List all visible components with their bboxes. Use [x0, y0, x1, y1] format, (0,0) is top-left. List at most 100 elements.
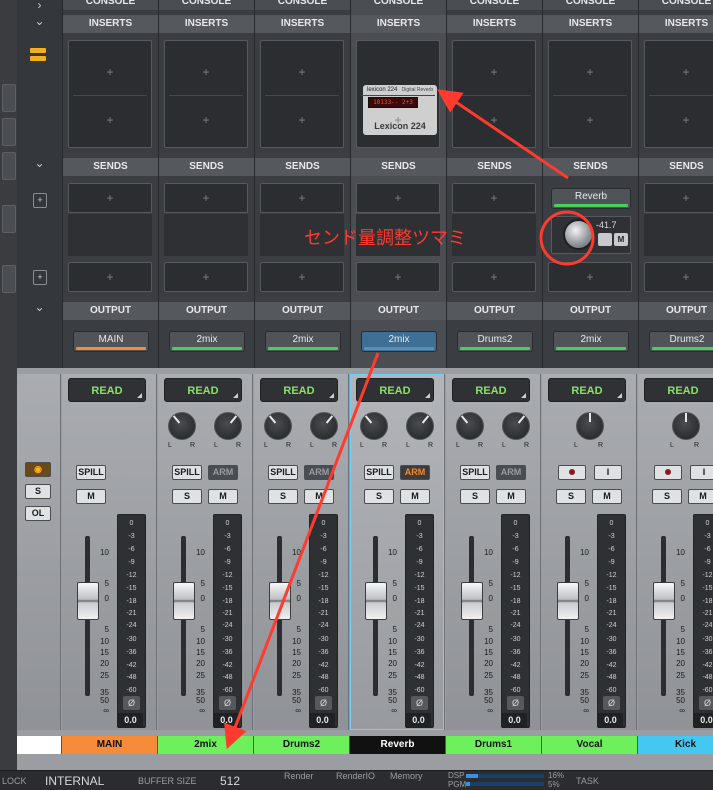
spill-button[interactable]: SPILL	[364, 465, 394, 480]
solo-button[interactable]: S	[460, 489, 490, 504]
add-send-slot[interactable]: +	[452, 262, 536, 292]
arm-button[interactable]: ARM	[208, 465, 238, 480]
pan-knob-right[interactable]	[310, 412, 338, 440]
sends-header[interactable]: SENDS	[255, 158, 350, 176]
volume-fader[interactable]	[173, 582, 195, 620]
add-send-slot[interactable]: +	[68, 183, 152, 213]
output-select[interactable]: Drums2	[649, 331, 713, 352]
phase-invert-button[interactable]: Ø	[507, 696, 524, 710]
pan-knob-left[interactable]	[360, 412, 388, 440]
mute-button[interactable]: M	[208, 489, 238, 504]
console-header[interactable]: CONSOLE	[543, 0, 638, 10]
channel-name[interactable]: Vocal	[542, 736, 638, 754]
output-header[interactable]: OUTPUT	[543, 302, 638, 320]
output-select[interactable]: Drums2	[457, 331, 533, 352]
volume-fader[interactable]	[653, 582, 675, 620]
toolbar-button[interactable]	[2, 265, 16, 293]
add-send-slot[interactable]: +	[164, 183, 248, 213]
inserts-header[interactable]: INSERTS	[351, 15, 446, 33]
channel-name[interactable]: Drums1	[446, 736, 542, 754]
phase-invert-button[interactable]: Ø	[699, 696, 713, 710]
add-insert-icon[interactable]: +	[645, 113, 713, 127]
channel-name[interactable]: Drums2	[254, 736, 350, 754]
insert-slot[interactable]: + +	[548, 40, 632, 148]
volume-fader[interactable]	[461, 582, 483, 620]
toolbar-button[interactable]	[2, 152, 16, 180]
mute-button[interactable]: M	[592, 489, 622, 504]
solo-button[interactable]: S	[268, 489, 298, 504]
add-insert-icon[interactable]: +	[357, 113, 439, 127]
phase-invert-button[interactable]: Ø	[315, 696, 332, 710]
solo-button[interactable]: S	[652, 489, 682, 504]
inserts-view-icon[interactable]	[30, 48, 46, 62]
pan-knob[interactable]	[576, 412, 604, 440]
console-header[interactable]: CONSOLE	[159, 0, 254, 10]
add-insert-icon[interactable]: +	[165, 65, 247, 79]
inserts-header[interactable]: INSERTS	[639, 15, 713, 33]
mute-button[interactable]: M	[688, 489, 713, 504]
mute-button[interactable]: M	[400, 489, 430, 504]
spill-button[interactable]: SPILL	[76, 465, 106, 480]
buffer-size-value[interactable]: 512	[220, 774, 240, 788]
phase-invert-button[interactable]: Ø	[411, 696, 428, 710]
add-insert-icon[interactable]: +	[453, 65, 535, 79]
output-select[interactable]: 2mix	[169, 331, 245, 352]
automation-read-button[interactable]: READ	[68, 378, 146, 402]
add-insert-icon[interactable]: +	[453, 113, 535, 127]
inserts-header[interactable]: INSERTS	[543, 15, 638, 33]
channel-name[interactable]: 2mix	[158, 736, 254, 754]
pan-knob-right[interactable]	[406, 412, 434, 440]
add-send-slot[interactable]: +	[68, 262, 152, 292]
add-send-slot[interactable]: +	[260, 262, 344, 292]
add-send-slot[interactable]: +	[164, 262, 248, 292]
add-insert-icon[interactable]: +	[645, 65, 713, 79]
add-send-slot[interactable]: +	[548, 262, 632, 292]
phase-invert-button[interactable]: Ø	[123, 696, 140, 710]
add-insert-icon[interactable]: +	[549, 65, 631, 79]
automation-read-button[interactable]: READ	[644, 378, 713, 402]
add-insert-icon[interactable]: +	[69, 113, 151, 127]
volume-fader[interactable]	[365, 582, 387, 620]
output-header[interactable]: OUTPUT	[159, 302, 254, 320]
send-mute-button[interactable]: M	[614, 233, 628, 246]
send-pre-button[interactable]	[598, 233, 612, 246]
solo-button[interactable]: S	[364, 489, 394, 504]
sends-header[interactable]: SENDS	[543, 158, 638, 176]
pan-knob-right[interactable]	[502, 412, 530, 440]
add-send-slot[interactable]: +	[452, 183, 536, 213]
lexicon-224-plugin[interactable]: lexicon 224 Digital Reverb 10133-- 2+3 L…	[363, 85, 437, 135]
pan-knob-left[interactable]	[168, 412, 196, 440]
sends-header[interactable]: SENDS	[351, 158, 446, 176]
spill-button[interactable]: SPILL	[172, 465, 202, 480]
add-send-slot[interactable]: +	[260, 183, 344, 213]
add-send-slot[interactable]: +	[644, 183, 713, 213]
inserts-collapse-chevron-icon[interactable]: ⌄	[17, 14, 62, 28]
output-collapse-chevron-icon[interactable]: ⌄	[17, 300, 62, 314]
channel-name[interactable]: MAIN	[62, 736, 158, 754]
phase-invert-button[interactable]: Ø	[219, 696, 236, 710]
monitor-button[interactable]: ◉	[25, 462, 51, 477]
sends-header[interactable]: SENDS	[159, 158, 254, 176]
add-send-icon[interactable]: +	[33, 270, 47, 285]
insert-slot[interactable]: + +	[68, 40, 152, 148]
console-header[interactable]: CONSOLE	[447, 0, 542, 10]
volume-fader[interactable]	[77, 582, 99, 620]
mute-button[interactable]: M	[304, 489, 334, 504]
record-button[interactable]	[654, 465, 682, 480]
insert-slot[interactable]: + +	[260, 40, 344, 148]
arm-button[interactable]: ARM	[400, 465, 430, 480]
volume-fader[interactable]	[557, 582, 579, 620]
clock-source[interactable]: INTERNAL	[45, 774, 104, 788]
add-insert-icon[interactable]: +	[69, 65, 151, 79]
toolbar-button[interactable]	[2, 205, 16, 233]
send-reverb[interactable]: Reverb	[551, 188, 631, 209]
pan-knob-right[interactable]	[214, 412, 242, 440]
output-select[interactable]: MAIN	[73, 331, 149, 352]
toolbar-button[interactable]	[2, 84, 16, 112]
add-send-icon[interactable]: +	[33, 193, 47, 208]
insert-slot[interactable]: + +	[452, 40, 536, 148]
inserts-header[interactable]: INSERTS	[447, 15, 542, 33]
inserts-header[interactable]: INSERTS	[63, 15, 158, 33]
pan-knob-left[interactable]	[456, 412, 484, 440]
insert-slot[interactable]: + +	[644, 40, 713, 148]
